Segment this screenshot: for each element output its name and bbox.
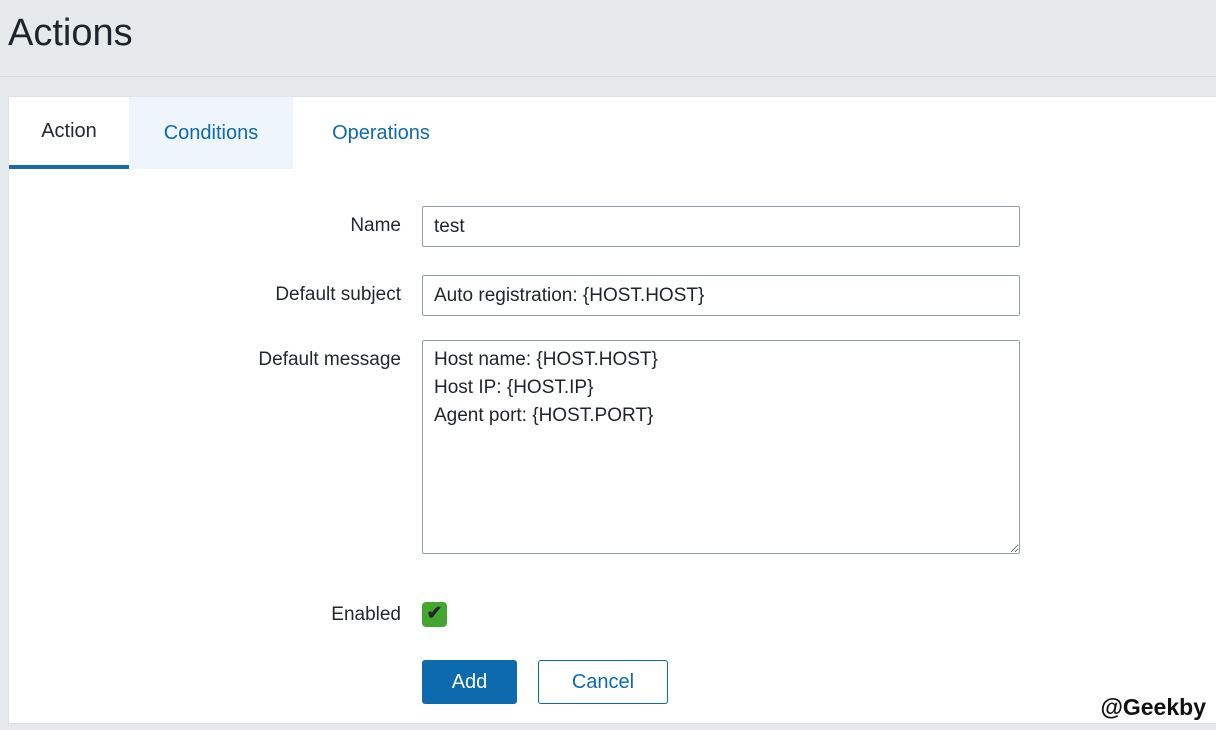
enabled-label: Enabled	[9, 604, 401, 626]
title-divider	[0, 76, 1216, 77]
checkmark-icon: ✔	[427, 604, 443, 623]
default-message-row: Default message Host name: {HOST.HOST} H…	[9, 340, 1216, 559]
action-form-panel: Action Conditions Operations Name Defaul…	[8, 96, 1216, 724]
default-subject-label: Default subject	[9, 275, 401, 306]
default-message-label: Default message	[9, 340, 401, 371]
add-button[interactable]: Add	[422, 660, 517, 704]
action-form: Name Default subject Default message Hos…	[9, 206, 1216, 704]
tab-operations[interactable]: Operations	[293, 97, 469, 169]
tab-action[interactable]: Action	[9, 97, 129, 169]
default-message-textarea[interactable]: Host name: {HOST.HOST} Host IP: {HOST.IP…	[422, 340, 1020, 554]
tab-operations-label: Operations	[332, 122, 430, 145]
name-label: Name	[9, 206, 401, 237]
name-row: Name	[9, 206, 1216, 247]
enabled-checkbox[interactable]: ✔	[422, 602, 447, 627]
tab-action-label: Action	[41, 120, 97, 143]
name-input[interactable]	[422, 206, 1020, 247]
default-subject-input[interactable]	[422, 275, 1020, 316]
form-buttons-row: Add Cancel	[9, 660, 1216, 704]
cancel-button[interactable]: Cancel	[538, 660, 668, 704]
actions-page: Actions Action Conditions Operations Nam…	[0, 0, 1216, 730]
page-title: Actions	[8, 12, 133, 55]
default-subject-row: Default subject	[9, 275, 1216, 316]
form-tabs: Action Conditions Operations	[9, 97, 1216, 169]
tab-conditions-label: Conditions	[164, 122, 259, 145]
tab-conditions[interactable]: Conditions	[129, 97, 293, 169]
watermark: @Geekby	[1100, 694, 1206, 721]
enabled-row: Enabled ✔	[9, 602, 1216, 627]
